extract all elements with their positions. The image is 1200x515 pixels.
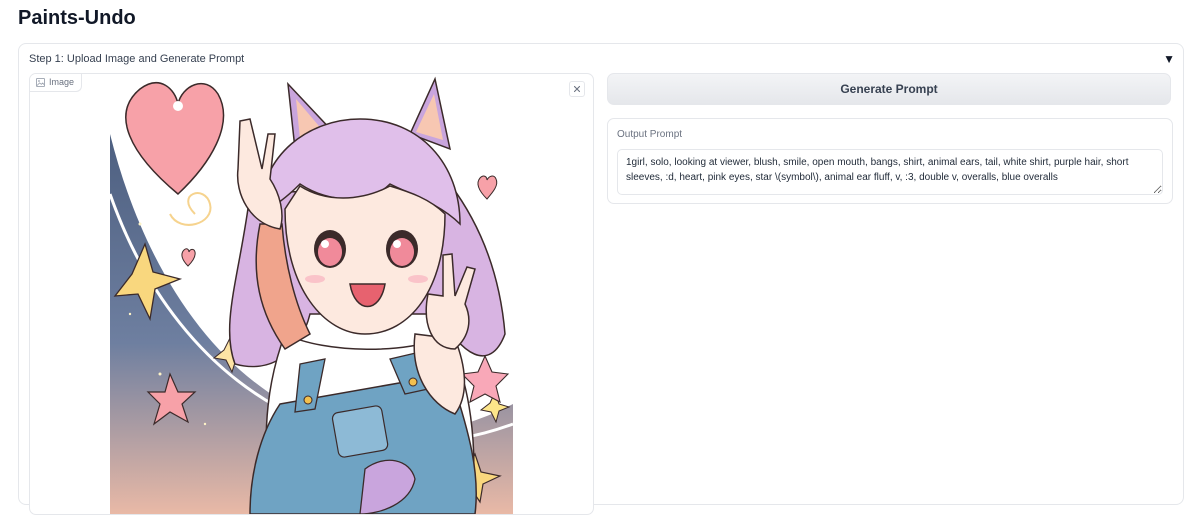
output-prompt-textarea[interactable]: 1girl, solo, looking at viewer, blush, s… [617, 149, 1163, 195]
app-title: Paints-Undo [18, 7, 136, 29]
triangle-down-icon[interactable]: ▼ [1163, 52, 1175, 66]
image-input-tag: Image [30, 74, 83, 92]
step1-accordion-label: Step 1: Upload Image and Generate Prompt [29, 53, 245, 65]
uploaded-anime-artwork [110, 74, 513, 514]
output-prompt-block: Output Prompt 1girl, solo, looking at vi… [607, 118, 1173, 204]
close-icon [573, 80, 581, 98]
image-input-label: Image [49, 77, 75, 87]
image-icon [36, 77, 45, 87]
step1-accordion: Step 1: Upload Image and Generate Prompt… [18, 43, 1184, 515]
clear-image-button[interactable] [569, 81, 585, 97]
step1-accordion-header[interactable]: Step 1: Upload Image and Generate Prompt… [19, 44, 1183, 74]
output-prompt-label: Output Prompt [617, 129, 683, 140]
image-upload-panel[interactable]: Image [29, 73, 594, 515]
generate-prompt-button[interactable]: Generate Prompt [607, 73, 1171, 105]
